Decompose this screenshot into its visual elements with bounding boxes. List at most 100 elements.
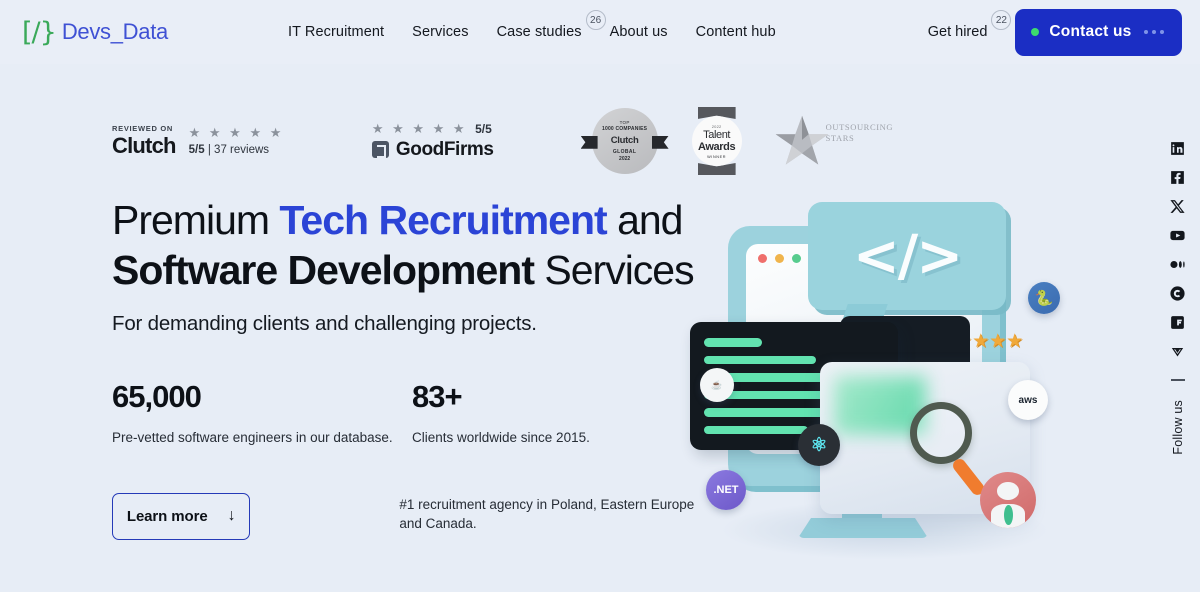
clutch-review-widget[interactable]: REVIEWED ON Clutch ★ ★ ★ ★ ★ 5/5 | 37 re…: [112, 125, 284, 157]
nav-label: Services: [412, 24, 469, 40]
review-badges-row: REVIEWED ON Clutch ★ ★ ★ ★ ★ 5/5 | 37 re…: [112, 107, 894, 175]
stat-description: Clients worldwide since 2015.: [412, 430, 590, 446]
title-part-2: and: [606, 197, 683, 243]
goodfirms-wordmark: GoodFirms: [395, 138, 494, 160]
goodfirms-rating: ★ ★ ★ ★ ★ 5/5: [372, 122, 494, 136]
linkedin-icon[interactable]: [1169, 140, 1186, 157]
get-hired-count-badge: 22: [991, 10, 1012, 30]
title-part-3: Services: [534, 247, 694, 294]
title-bold: Software Development: [112, 247, 535, 294]
nav-item-get-hired[interactable]: Get hired 22: [927, 10, 1012, 40]
reviewed-on-label: REVIEWED ON: [112, 124, 174, 134]
learn-more-button[interactable]: Learn more ↓: [112, 492, 251, 540]
outsourcing-stars-text: OUTSOURCING STARS: [826, 122, 894, 143]
site-header: [/} Devs_Data IT Recruitment Services Ca…: [0, 0, 1200, 64]
online-status-dot: [1031, 28, 1040, 36]
code-tag-icon: </>: [852, 223, 963, 289]
hero-stats: 65,000 Pre-vetted software engineers in …: [112, 379, 712, 448]
title-part-1: Premium: [112, 197, 280, 243]
aws-badge-icon: aws: [1008, 380, 1048, 420]
java-badge-icon: ☕: [700, 368, 734, 402]
clutch-separator: |: [207, 144, 211, 156]
award-line-2: 1000 COMPANIES: [601, 126, 648, 132]
clutch-logo: REVIEWED ON Clutch: [112, 125, 176, 157]
stat-number: 65,000: [112, 379, 202, 415]
x-twitter-icon[interactable]: [1169, 198, 1186, 215]
ribbon-right-icon: [651, 135, 669, 149]
clutch-icon[interactable]: [1169, 285, 1186, 302]
avatar-red: [980, 472, 1036, 528]
youtube-icon[interactable]: [1169, 227, 1186, 244]
talent-line-2: Awards: [698, 140, 736, 153]
dotnet-badge-icon: .NET: [706, 470, 746, 510]
award-badges: TOP 1000 COMPANIES Clutch GLOBAL 2022 20…: [580, 107, 894, 175]
medium-icon[interactable]: [1169, 256, 1186, 273]
clutch-rating: ★ ★ ★ ★ ★ 5/5 | 37 reviews: [189, 126, 284, 156]
hero-section: Premium Tech Recruitment and Software De…: [112, 195, 712, 540]
page-title: Premium Tech Recruitment and Software De…: [112, 195, 712, 295]
goodfirms-logo: GoodFirms: [371, 138, 494, 161]
award-clutch-top-1000[interactable]: TOP 1000 COMPANIES Clutch GLOBAL 2022: [580, 108, 669, 174]
nav-item-about-us[interactable]: About us: [610, 24, 668, 40]
nav-item-case-studies[interactable]: Case studies 26: [496, 10, 606, 40]
nav-label: IT Recruitment: [287, 24, 385, 40]
get-hired-label: Get hired: [927, 24, 988, 40]
award-outsourcing-stars[interactable]: OUTSOURCING STARS: [774, 113, 894, 169]
outsourcing-line-1: OUTSOURCING: [825, 122, 894, 133]
rail-divider: [1170, 379, 1185, 381]
hero-illustration: ★★★★★ </> ☕ ⚛ .NET 🐍 aws: [690, 200, 1090, 580]
award-talent-awards[interactable]: 2022 Talent Awards WINNER: [690, 107, 744, 175]
social-rail: Follow us: [1169, 140, 1186, 454]
contact-us-label: Contact us: [1049, 23, 1132, 40]
award-line-3: Clutch: [610, 135, 639, 146]
goodfirms-mark-icon: [371, 141, 389, 158]
goodfirms-stars: ★ ★ ★ ★ ★: [371, 121, 468, 136]
contact-us-button[interactable]: Contact us: [1015, 8, 1182, 56]
nav-item-services[interactable]: Services: [412, 24, 468, 40]
window-traffic-lights-icon: [758, 254, 801, 263]
outsourcing-line-2: STARS: [825, 133, 855, 143]
hero-subheading: For demanding clients and challenging pr…: [112, 312, 537, 336]
award-line-4: GLOBAL: [612, 149, 637, 155]
code-speech-bubble: </>: [808, 202, 1006, 310]
goodfirms-review-widget[interactable]: ★ ★ ★ ★ ★ 5/5 GoodFirms: [371, 122, 494, 161]
agency-rank-text: #1 recruitment agency in Poland, Eastern…: [399, 496, 695, 532]
hero-cta-row: Learn more ↓ #1 recruitment agency in Po…: [112, 492, 712, 540]
python-badge-icon: 🐍: [1028, 282, 1060, 314]
ribbon-left-icon: [580, 135, 598, 149]
case-studies-count-badge: 26: [585, 10, 606, 30]
talent-line-3: WINNER: [707, 154, 727, 159]
brand-name: Devs_Data: [61, 19, 168, 44]
talent-badge-face: 2022 Talent Awards WINNER: [691, 116, 742, 166]
magnifier-icon: [910, 402, 987, 498]
award-line-5: 2022: [619, 156, 631, 162]
arrow-down-icon: ↓: [227, 507, 236, 525]
clutch-score: 5/5: [188, 144, 205, 156]
nav-item-content-hub[interactable]: Content hub: [696, 24, 776, 40]
stat-description: Pre-vetted software engineers in our dat…: [112, 430, 393, 446]
nav-item-it-recruitment[interactable]: IT Recruitment: [288, 24, 384, 40]
brand-logo[interactable]: [/} Devs_Data: [22, 19, 168, 46]
monitor-base: [798, 518, 928, 538]
clutch-stars: ★ ★ ★ ★ ★: [188, 125, 284, 140]
talent-line-1: Talent: [703, 128, 731, 141]
logo-bracket-icon: [/}: [22, 16, 57, 48]
clutch-wordmark: Clutch: [112, 132, 176, 158]
nav-label: Case studies: [496, 24, 582, 40]
main-nav: IT Recruitment Services Case studies 26 …: [288, 10, 776, 40]
header-actions: Get hired 22 Contact us: [927, 8, 1182, 56]
stat-engineers: 65,000 Pre-vetted software engineers in …: [112, 379, 412, 448]
goodfirms-icon[interactable]: [1169, 314, 1186, 331]
ellipsis-icon: [1143, 29, 1164, 35]
nav-label: Content hub: [695, 24, 776, 40]
react-badge-icon: ⚛: [798, 424, 840, 466]
nav-label: About us: [609, 24, 668, 40]
clutch-rating-line: 5/5 | 37 reviews: [189, 144, 284, 156]
chevron-down-icon[interactable]: [1169, 343, 1186, 360]
goodfirms-score: 5/5: [475, 121, 492, 136]
facebook-icon[interactable]: [1169, 169, 1186, 186]
follow-us-label: Follow us: [1170, 399, 1185, 455]
stat-number: 83+: [412, 379, 463, 415]
talent-year: 2022: [711, 123, 722, 129]
stat-clients: 83+ Clients worldwide since 2015.: [412, 379, 712, 448]
